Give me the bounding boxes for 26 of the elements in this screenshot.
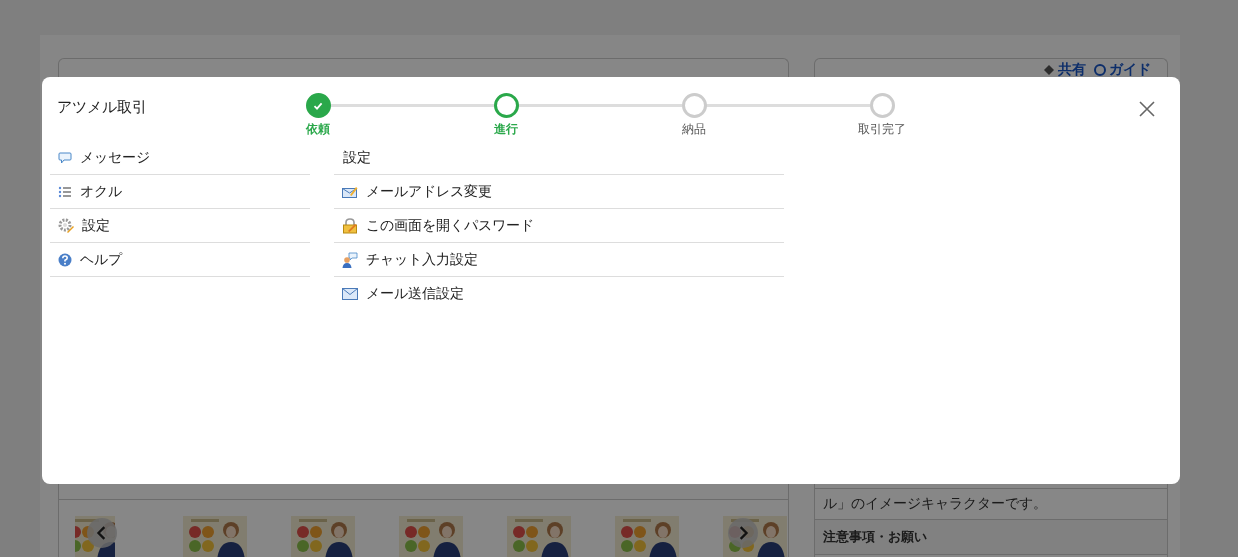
padlock-icon — [342, 217, 358, 234]
settings-item[interactable]: この画面を開くパスワード — [334, 209, 784, 243]
step-label: 納品 — [682, 121, 706, 138]
dialog-title: アツメル取引 — [56, 97, 148, 117]
menu-item[interactable]: 設定 — [50, 209, 310, 243]
step-label: 依頼 — [306, 121, 330, 138]
section-heading: 設定 — [334, 141, 784, 175]
settings-item[interactable]: メール送信設定 — [334, 277, 784, 310]
settings-item[interactable]: チャット入力設定 — [334, 243, 784, 277]
envelope-icon — [342, 287, 358, 300]
section-heading: 注意事項・お願い — [814, 519, 1167, 554]
step-label: 取引完了 — [858, 121, 906, 138]
header-link[interactable]: 共有 — [1043, 61, 1086, 79]
list-icon — [58, 184, 72, 199]
header-link[interactable]: ガイド — [1094, 61, 1151, 79]
speech-bubble-icon — [58, 150, 72, 165]
circle-icon — [1094, 64, 1106, 76]
help-icon — [58, 252, 72, 267]
gear-icon — [58, 217, 74, 234]
settings-item[interactable]: メールアドレス変更 — [334, 175, 784, 209]
step-label: 進行 — [494, 121, 518, 138]
person-speech-icon — [342, 251, 358, 268]
menu-item[interactable]: メッセージ — [50, 141, 310, 175]
envelope-pencil-icon — [342, 184, 358, 199]
menu-item[interactable]: オクル — [50, 175, 310, 209]
menu-item[interactable]: ヘルプ — [50, 243, 310, 277]
